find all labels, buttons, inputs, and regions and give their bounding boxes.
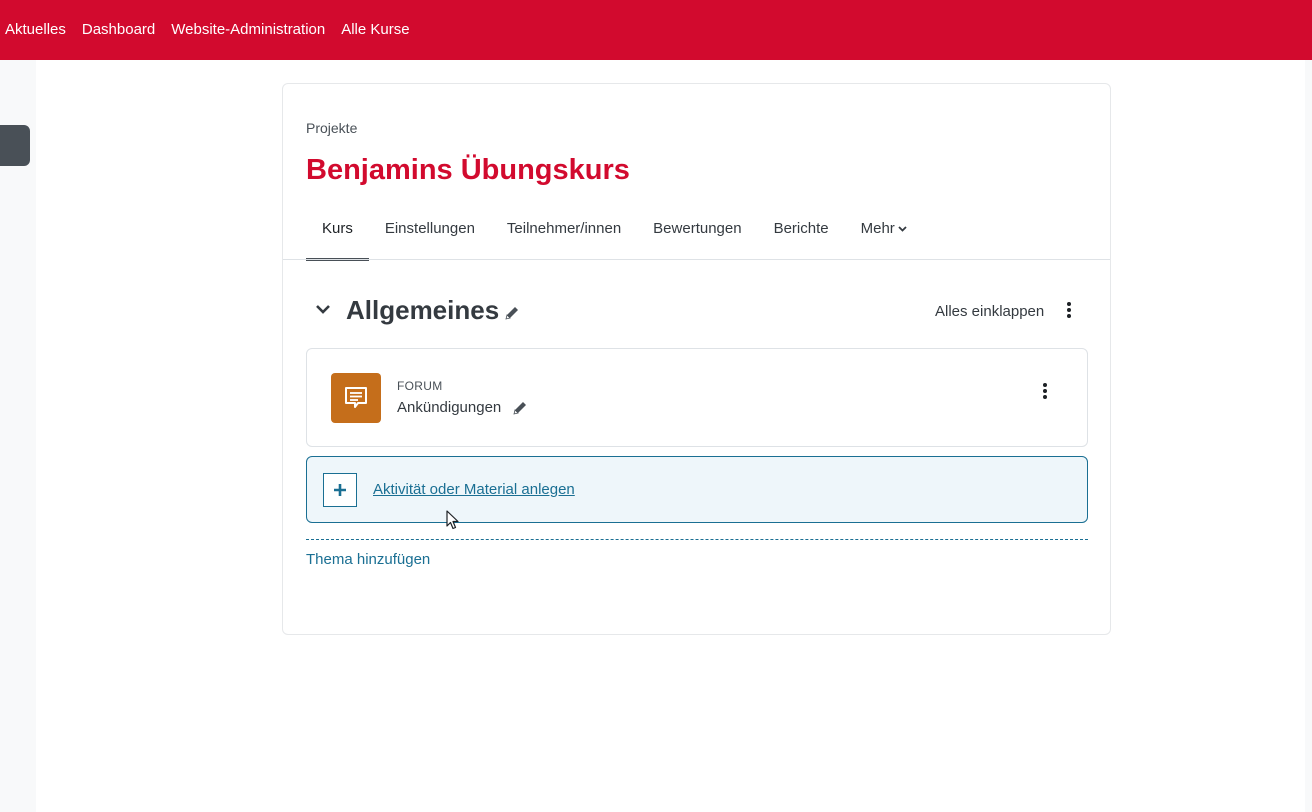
drawer-toggle-button[interactable] bbox=[0, 125, 30, 166]
nav-link-website-administration[interactable]: Website-Administration bbox=[171, 20, 325, 40]
section-title: Allgemeines bbox=[346, 295, 500, 325]
activity-item: FORUM Ankündigungen bbox=[306, 348, 1088, 447]
kebab-menu-icon[interactable] bbox=[1063, 301, 1075, 319]
course-content-card: Projekte Benjamins Übungskurs Kurs Einst… bbox=[282, 83, 1111, 635]
tab-mehr[interactable]: Mehr bbox=[845, 208, 923, 260]
add-activity-label[interactable]: Aktivität oder Material anlegen bbox=[373, 481, 575, 498]
pencil-icon[interactable] bbox=[504, 305, 520, 321]
tab-teilnehmer[interactable]: Teilnehmer/innen bbox=[491, 208, 637, 260]
tab-einstellungen[interactable]: Einstellungen bbox=[369, 208, 491, 260]
tab-kurs[interactable]: Kurs bbox=[306, 208, 369, 261]
right-edge bbox=[1305, 60, 1312, 812]
kebab-menu-icon[interactable] bbox=[1039, 382, 1051, 400]
left-drawer-area bbox=[0, 60, 36, 812]
tabs-divider bbox=[283, 259, 1110, 260]
collapse-all-link[interactable]: Alles einklappen bbox=[935, 303, 1044, 320]
chevron-down-icon bbox=[898, 226, 907, 232]
activity-type: FORUM bbox=[397, 379, 443, 393]
activity-name-link[interactable]: Ankündigungen bbox=[397, 399, 501, 416]
nav-link-aktuelles[interactable]: Aktuelles bbox=[5, 20, 66, 40]
course-category: Projekte bbox=[306, 120, 358, 136]
speech-bubble-icon bbox=[345, 387, 367, 408]
add-section-link[interactable]: Thema hinzufügen bbox=[306, 551, 430, 568]
mouse-cursor-icon bbox=[446, 510, 459, 530]
section-divider bbox=[306, 539, 1088, 540]
tab-berichte[interactable]: Berichte bbox=[758, 208, 845, 260]
tab-label: Berichte bbox=[773, 220, 829, 237]
plus-icon bbox=[323, 473, 357, 507]
add-activity-button[interactable]: Aktivität oder Material anlegen bbox=[306, 456, 1088, 523]
pencil-icon[interactable] bbox=[512, 400, 528, 416]
forum-icon bbox=[331, 373, 381, 423]
chevron-down-icon[interactable] bbox=[315, 301, 331, 317]
tab-label: Bewertungen bbox=[653, 220, 742, 237]
tab-bewertungen[interactable]: Bewertungen bbox=[637, 208, 757, 260]
tab-label: Teilnehmer/innen bbox=[506, 220, 622, 237]
course-title: Benjamins Übungskurs bbox=[306, 154, 630, 186]
tab-label: Kurs bbox=[322, 220, 353, 237]
course-tabs: Kurs Einstellungen Teilnehmer/innen Bewe… bbox=[306, 208, 923, 261]
top-navbar: Aktuelles Dashboard Website-Administrati… bbox=[0, 0, 1312, 60]
tab-label: Mehr bbox=[860, 220, 895, 237]
nav-link-dashboard[interactable]: Dashboard bbox=[82, 20, 155, 40]
tab-label: Einstellungen bbox=[384, 220, 475, 237]
nav-link-alle-kurse[interactable]: Alle Kurse bbox=[341, 20, 409, 40]
